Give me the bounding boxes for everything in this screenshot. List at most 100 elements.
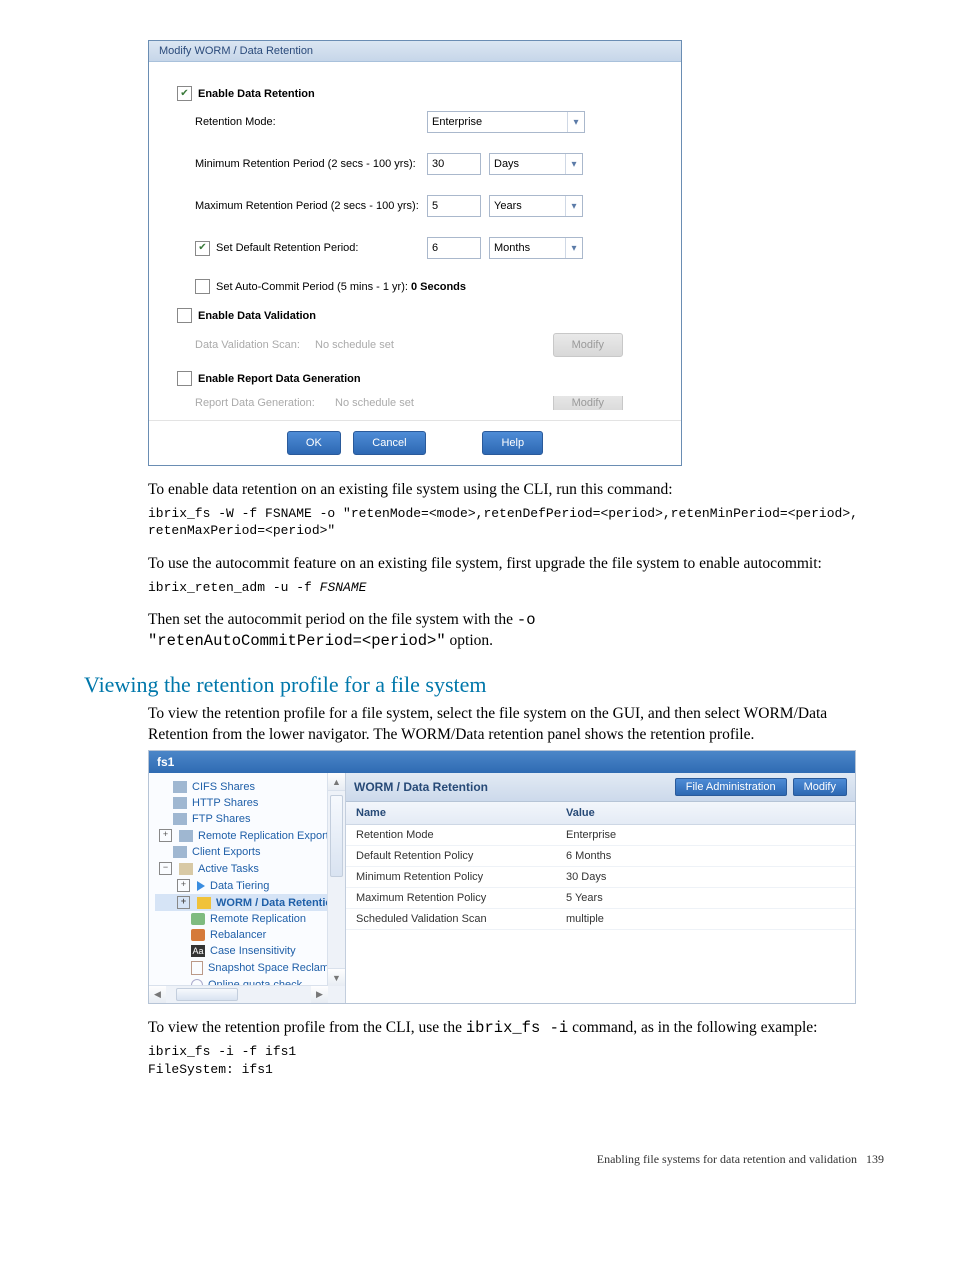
arrow-icon: [197, 881, 205, 891]
code-block: ibrix_fs -i -f ifs1 FileSystem: ifs1: [148, 1043, 884, 1078]
autocommit-label: Set Auto-Commit Period (5 mins - 1 yr):: [216, 281, 408, 293]
table-row: Maximum Retention Policy5 Years: [346, 888, 855, 909]
modify-worm-dialog: Modify WORM / Data Retention Enable Data…: [148, 40, 682, 466]
case-icon: Aa: [191, 945, 205, 957]
scroll-up-icon[interactable]: ▲: [328, 773, 345, 791]
share-icon: [173, 846, 187, 858]
modify-report-button: Modify: [553, 396, 623, 410]
nav-item-client-exports[interactable]: Client Exports: [155, 844, 345, 860]
panel-fs-name: fs1: [149, 751, 855, 773]
col-header-name: Name: [346, 802, 556, 824]
nav-item-data-tiering[interactable]: +Data Tiering: [155, 877, 345, 894]
default-period-label: Set Default Retention Period:: [216, 242, 358, 254]
enable-validation-checkbox[interactable]: [177, 308, 192, 323]
default-period-unit-select[interactable]: Months ▾: [489, 237, 583, 259]
max-period-label: Maximum Retention Period (2 secs - 100 y…: [195, 200, 427, 212]
nav-item-cifs-shares[interactable]: CIFS Shares: [155, 779, 345, 795]
collapse-icon[interactable]: −: [159, 862, 172, 875]
autocommit-checkbox[interactable]: [195, 279, 210, 294]
retention-mode-label: Retention Mode:: [195, 116, 427, 128]
enable-report-checkbox[interactable]: [177, 371, 192, 386]
worm-icon: [197, 897, 211, 909]
modify-button[interactable]: Modify: [793, 778, 847, 796]
validation-scan-label: Data Validation Scan:: [195, 339, 315, 351]
table-row: Retention ModeEnterprise: [346, 825, 855, 846]
nav-item-ftp-shares[interactable]: FTP Shares: [155, 811, 345, 827]
ok-button[interactable]: OK: [287, 431, 341, 455]
panel-title: WORM / Data Retention: [354, 780, 669, 794]
doc-paragraph: To enable data retention on an existing …: [148, 480, 884, 501]
help-button[interactable]: Help: [482, 431, 543, 455]
doc-paragraph: To view the retention profile from the C…: [148, 1018, 884, 1039]
min-period-label: Minimum Retention Period (2 secs - 100 y…: [195, 158, 427, 170]
expand-icon[interactable]: +: [177, 879, 190, 892]
expand-icon[interactable]: +: [159, 829, 172, 842]
chevron-down-icon: ▾: [565, 238, 582, 258]
chevron-down-icon: ▾: [565, 154, 582, 174]
enable-retention-label: Enable Data Retention: [198, 88, 315, 100]
table-row: Scheduled Validation Scanmultiple: [346, 909, 855, 930]
file-administration-button[interactable]: File Administration: [675, 778, 787, 796]
doc-paragraph: To use the autocommit feature on an exis…: [148, 554, 884, 575]
share-icon: [179, 830, 193, 842]
hscroll-thumb[interactable]: [176, 988, 238, 1001]
page-footer: Enabling file systems for data retention…: [0, 1152, 884, 1167]
vertical-scrollbar[interactable]: ▲ ▼: [327, 773, 345, 1003]
nav-item-worm-data-retention[interactable]: +WORM / Data Retention: [155, 894, 345, 911]
enable-retention-checkbox[interactable]: [177, 86, 192, 101]
share-icon: [173, 797, 187, 809]
modify-validation-button: Modify: [553, 333, 623, 357]
min-period-input[interactable]: 30: [427, 153, 481, 175]
worm-retention-panel: fs1 CIFS Shares HTTP Shares FTP Shares +…: [148, 750, 856, 1004]
doc-paragraph: Then set the autocommit period on the fi…: [148, 610, 884, 652]
horizontal-scrollbar[interactable]: ◀ ▶: [149, 985, 328, 1003]
retention-mode-value: Enterprise: [432, 116, 482, 128]
nav-item-snapshot-space-reclama[interactable]: Snapshot Space Reclama: [155, 959, 345, 977]
nav-item-active-tasks[interactable]: −Active Tasks: [155, 860, 345, 877]
chevron-down-icon: ▾: [567, 112, 584, 132]
report-scan-value: No schedule set: [335, 397, 435, 409]
code-block: ibrix_fs -W -f FSNAME -o "retenMode=<mod…: [148, 505, 884, 540]
min-period-unit-select[interactable]: Days ▾: [489, 153, 583, 175]
autocommit-display: 0 Seconds: [411, 281, 466, 293]
scroll-thumb[interactable]: [330, 795, 343, 877]
nav-item-remote-replication-exports[interactable]: +Remote Replication Exports: [155, 827, 345, 844]
trash-icon: [191, 961, 203, 975]
default-period-checkbox[interactable]: [195, 241, 210, 256]
enable-validation-label: Enable Data Validation: [198, 310, 316, 322]
scroll-right-icon[interactable]: ▶: [311, 986, 328, 1003]
scroll-down-icon[interactable]: ▼: [328, 968, 345, 986]
doc-paragraph: To view the retention profile for a file…: [148, 704, 884, 746]
cancel-button[interactable]: Cancel: [353, 431, 425, 455]
rebalancer-icon: [191, 929, 205, 941]
chevron-down-icon: ▾: [565, 196, 582, 216]
share-icon: [173, 813, 187, 825]
share-icon: [173, 781, 187, 793]
enable-report-label: Enable Report Data Generation: [198, 373, 361, 385]
code-block: ibrix_reten_adm -u -f FSNAME: [148, 579, 884, 597]
nav-item-rebalancer[interactable]: Rebalancer: [155, 927, 345, 943]
section-heading: Viewing the retention profile for a file…: [84, 672, 884, 698]
navigator-tree: CIFS Shares HTTP Shares FTP Shares +Remo…: [149, 773, 346, 1003]
table-row: Default Retention Policy6 Months: [346, 846, 855, 867]
tasks-icon: [179, 863, 193, 875]
max-period-unit-select[interactable]: Years ▾: [489, 195, 583, 217]
dialog-title: Modify WORM / Data Retention: [149, 41, 681, 62]
table-row: Minimum Retention Policy30 Days: [346, 867, 855, 888]
min-period-unit-value: Days: [494, 158, 519, 170]
expand-icon[interactable]: +: [177, 896, 190, 909]
validation-scan-value: No schedule set: [315, 339, 435, 351]
col-header-value: Value: [556, 802, 855, 824]
report-scan-label: Report Data Generation:: [195, 397, 335, 409]
max-period-input[interactable]: 5: [427, 195, 481, 217]
replication-icon: [191, 913, 205, 925]
default-period-unit-value: Months: [494, 242, 530, 254]
scroll-left-icon[interactable]: ◀: [149, 986, 166, 1003]
nav-item-remote-replication[interactable]: Remote Replication: [155, 911, 345, 927]
grid-header: Name Value: [346, 802, 855, 825]
retention-mode-select[interactable]: Enterprise ▾: [427, 111, 585, 133]
max-period-unit-value: Years: [494, 200, 522, 212]
default-period-input[interactable]: 6: [427, 237, 481, 259]
nav-item-http-shares[interactable]: HTTP Shares: [155, 795, 345, 811]
nav-item-case-insensitivity[interactable]: AaCase Insensitivity: [155, 943, 345, 959]
